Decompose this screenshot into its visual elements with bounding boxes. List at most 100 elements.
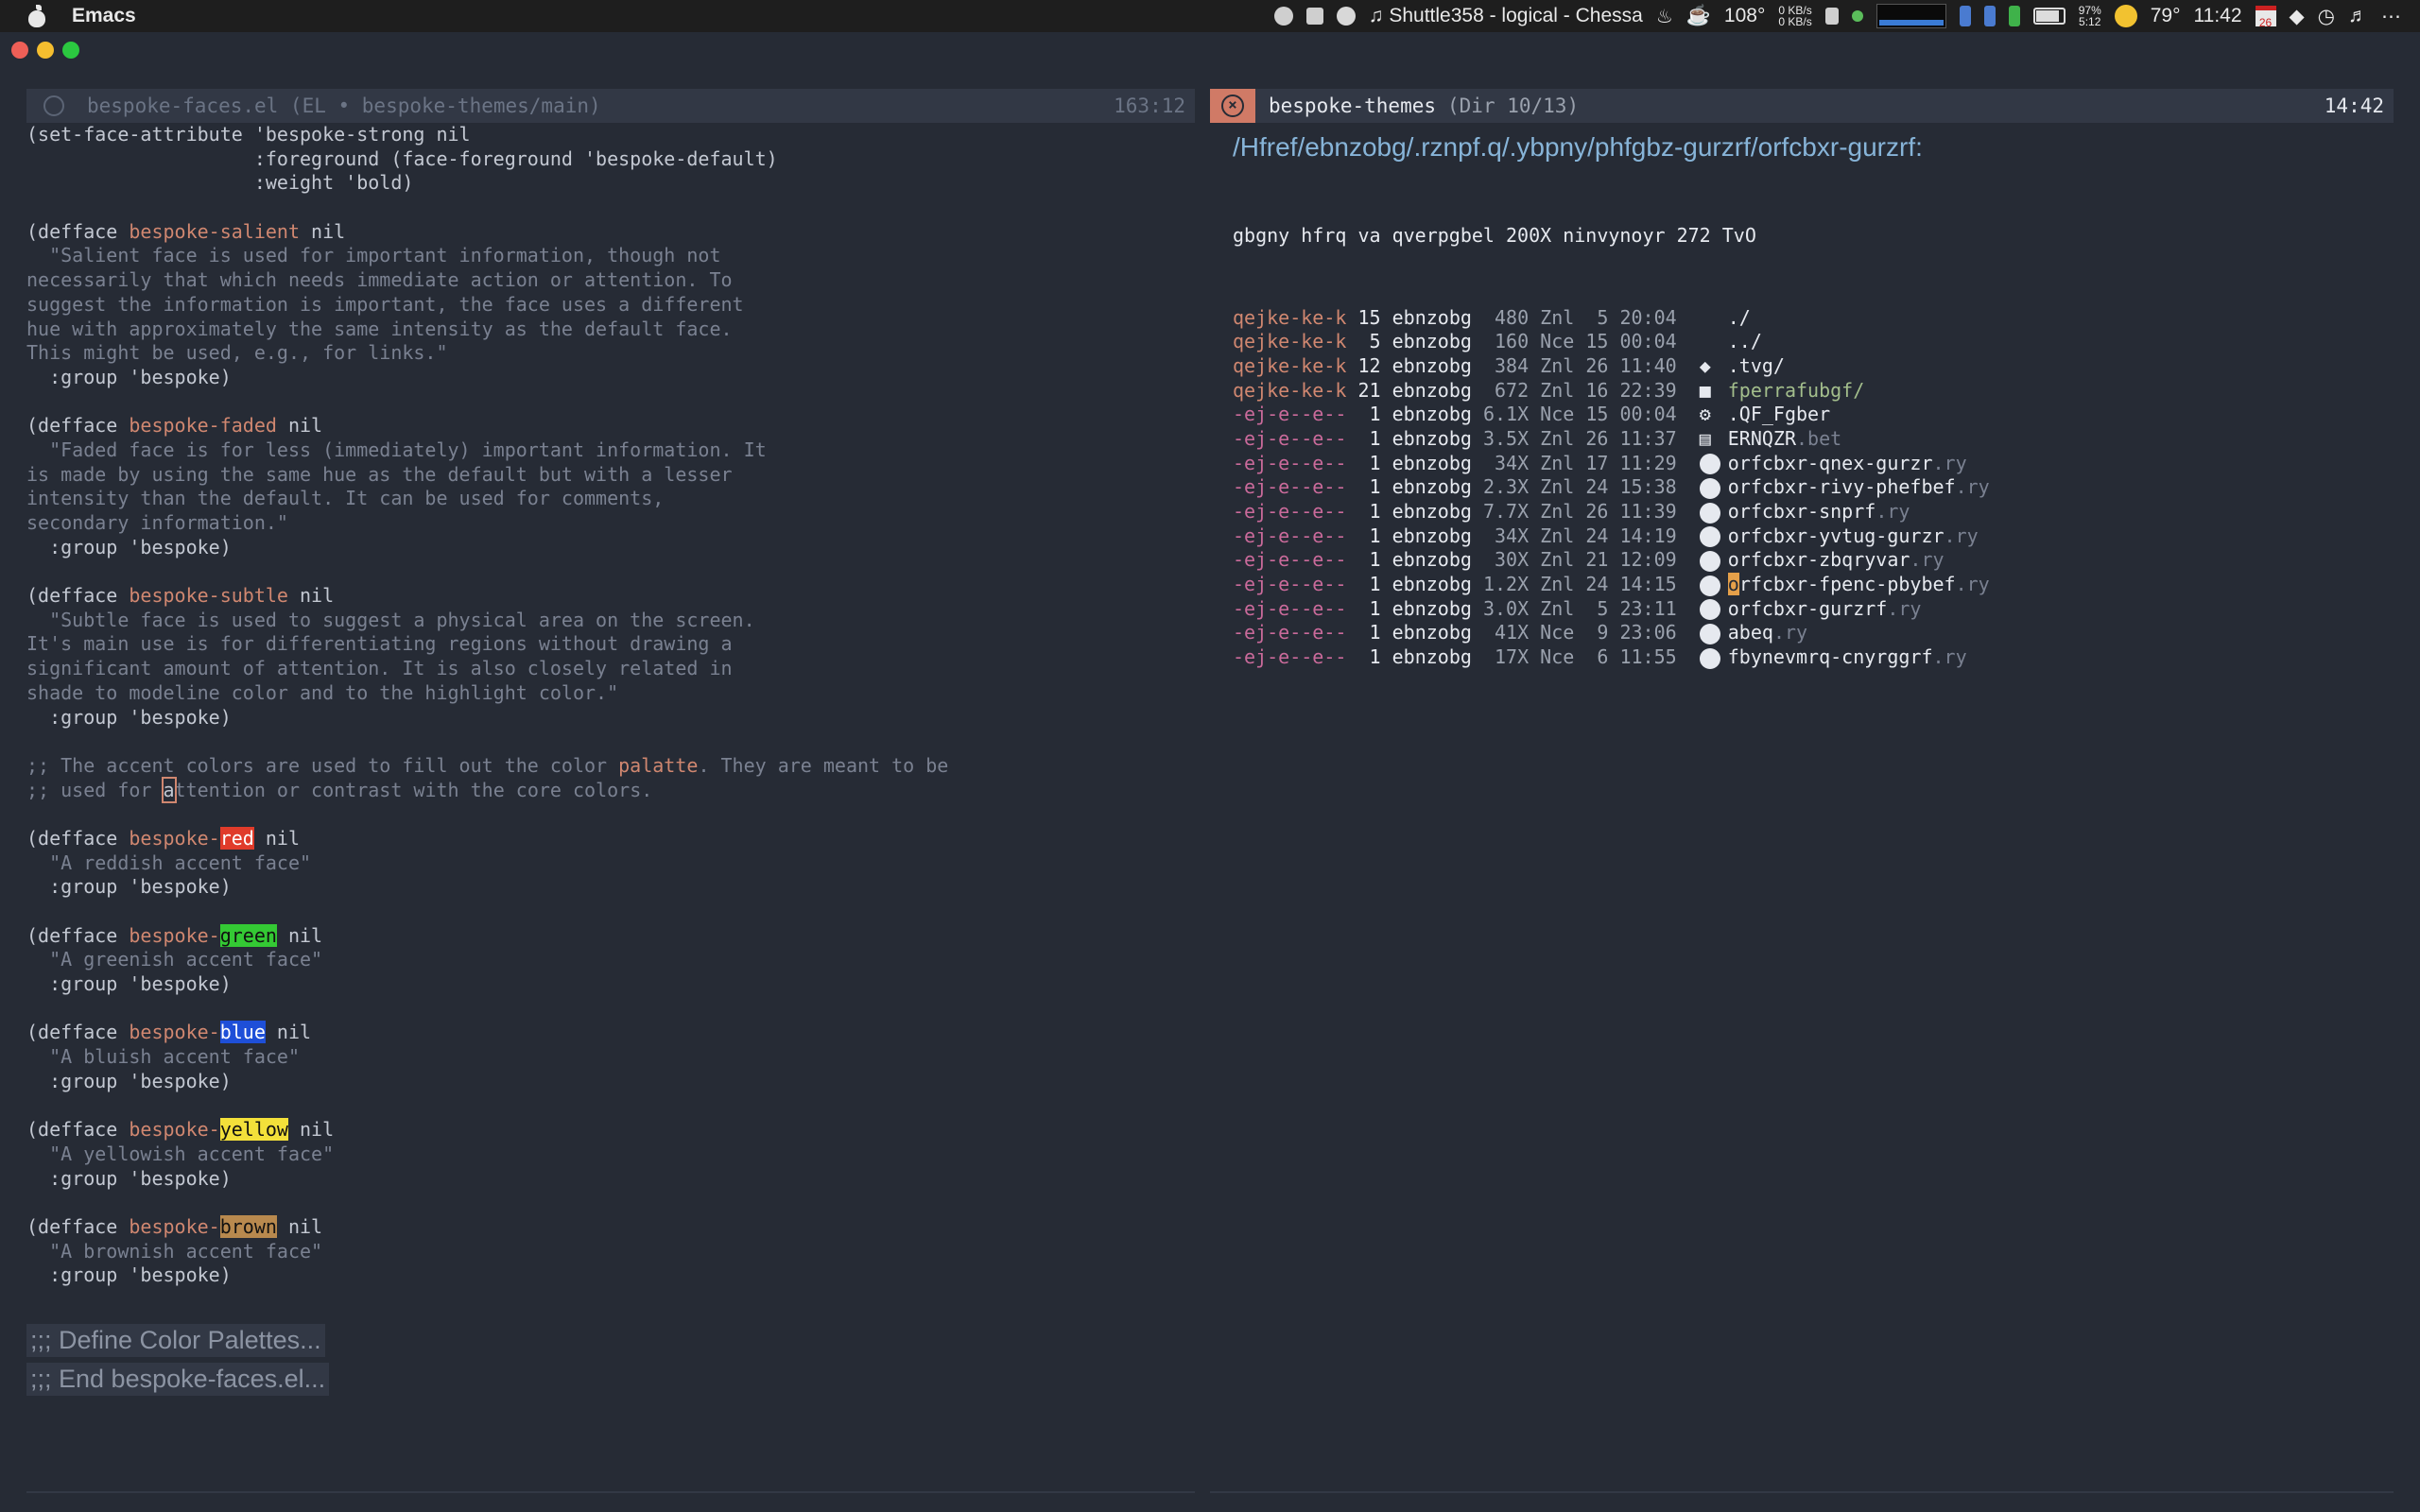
dired-entry[interactable]: -ej-e--e-- 1 ebnzobg 34X Znl 17 11:29 or… [1233, 449, 2394, 475]
time-machine-icon[interactable]: ◷ [2318, 5, 2335, 28]
app-menu-name[interactable]: Emacs [72, 5, 136, 27]
spotify-icon[interactable] [1336, 7, 1356, 26]
ram-icon[interactable] [1983, 6, 1996, 26]
shield-icon[interactable] [1305, 8, 1323, 25]
code-line[interactable]: :group 'bespoke) [26, 366, 1195, 390]
code-buffer-pane[interactable]: bespoke-faces.el (EL • bespoke-themes/ma… [26, 89, 1195, 1401]
code-line[interactable]: (set-face-attribute 'bespoke-strong nil [26, 123, 1195, 147]
code-line[interactable] [26, 559, 1195, 584]
dired-entry[interactable]: -ej-e--e-- 1 ebnzobg 1.2X Znl 24 14:15 o… [1233, 570, 2394, 596]
code-line[interactable]: "Faded face is for less (immediately) im… [26, 438, 1195, 463]
fold-end-file[interactable]: ;;; End bespoke-faces.el... [26, 1363, 330, 1396]
close-window-button[interactable] [11, 42, 28, 59]
code-line[interactable]: (defface bespoke-salient nil [26, 220, 1195, 245]
code-line[interactable]: :group 'bespoke) [26, 875, 1195, 900]
code-line[interactable]: :group 'bespoke) [26, 706, 1195, 730]
code-line[interactable]: (defface bespoke-red nil [26, 826, 1195, 851]
code-line[interactable]: suggest the information is important, th… [26, 293, 1195, 318]
weather-temp[interactable]: 79° [2151, 5, 2181, 27]
dired-listing[interactable]: gbgny hfrq va qverpgbel 200X ninvynoyr 2… [1233, 164, 2394, 669]
code-line[interactable]: :group 'bespoke) [26, 1263, 1195, 1288]
code-line[interactable] [26, 390, 1195, 415]
cpu-temperature[interactable]: 108° [1724, 5, 1765, 27]
weather-sun-icon[interactable] [2114, 5, 2137, 27]
code-line[interactable]: :foreground (face-foreground 'bespoke-de… [26, 147, 1195, 172]
dired-entry[interactable]: -ej-e--e-- 1 ebnzobg 3.0X Znl 5 23:11 or… [1233, 594, 2394, 621]
code-line[interactable]: (defface bespoke-yellow nil [26, 1118, 1195, 1143]
code-line[interactable] [26, 1191, 1195, 1215]
dired-entry[interactable]: qejke-ke-k 21 ebnzobg 672 Znl 16 22:39 ■… [1233, 376, 2394, 402]
code-line[interactable]: (defface bespoke-brown nil [26, 1214, 1195, 1240]
code-line[interactable] [26, 1094, 1195, 1119]
dired-entry[interactable]: qejke-ke-k 5 ebnzobg 160 Nce 15 00:04 ..… [1233, 327, 2394, 352]
code-line[interactable]: (defface bespoke-faded nil [26, 414, 1195, 438]
code-text[interactable]: (set-face-attribute 'bespoke-strong nil … [26, 123, 1195, 1288]
code-line[interactable]: (defface bespoke-green nil [26, 923, 1195, 949]
dired-pane[interactable]: × bespoke-themes (Dir 10/13) 14:42 /Hfre… [1210, 89, 2394, 669]
dired-entry[interactable]: -ej-e--e-- 1 ebnzobg 6.1X Nce 15 00:04 ⚙… [1233, 400, 2394, 425]
dired-entry[interactable]: -ej-e--e-- 1 ebnzobg 3.5X Znl 26 11:37 ▤… [1233, 424, 2394, 450]
code-line[interactable]: :group 'bespoke) [26, 536, 1195, 560]
cup-icon[interactable]: ☕ [1686, 5, 1711, 27]
code-line[interactable]: "Subtle face is used to suggest a physic… [26, 609, 1195, 633]
memory-icon[interactable] [1824, 8, 1839, 25]
code-line[interactable]: It's main use is for differentiating reg… [26, 632, 1195, 657]
globe-icon[interactable] [1273, 7, 1293, 26]
dired-entry[interactable]: -ej-e--e-- 1 ebnzobg 17X Nce 6 11:55 fby… [1233, 643, 2394, 669]
code-line[interactable] [26, 196, 1195, 220]
dired-entry[interactable]: -ej-e--e-- 1 ebnzobg 30X Znl 21 12:09 or… [1233, 545, 2394, 572]
now-playing-text[interactable]: ♫ Shuttle358 - logical - Chessa [1369, 5, 1643, 27]
menu-clock[interactable]: 11:42 [2194, 5, 2242, 27]
minimize-window-button[interactable] [37, 42, 54, 59]
network-speed[interactable]: 0 KB/s 0 KB/s [1778, 5, 1811, 27]
code-line[interactable]: "A yellowish accent face" [26, 1143, 1195, 1167]
code-line[interactable]: :group 'bespoke) [26, 1070, 1195, 1094]
code-line[interactable]: :weight 'bold) [26, 171, 1195, 196]
dired-entry[interactable]: -ej-e--e-- 1 ebnzobg 34X Znl 24 14:19 or… [1233, 522, 2394, 548]
code-line[interactable]: (defface bespoke-subtle nil [26, 584, 1195, 609]
dired-close-button[interactable]: × [1210, 89, 1255, 123]
code-line[interactable]: ;; used for attention or contrast with t… [26, 776, 1195, 803]
code-line[interactable]: significant amount of attention. It is a… [26, 657, 1195, 681]
code-line[interactable]: :group 'bespoke) [26, 972, 1195, 997]
dired-entry[interactable]: -ej-e--e-- 1 ebnzobg 7.7X Znl 26 11:39 o… [1233, 497, 2394, 524]
fold-define-palettes[interactable]: ;;; Define Color Palettes... [26, 1324, 325, 1357]
code-line[interactable]: "A greenish accent face" [26, 948, 1195, 972]
code-line[interactable]: (defface bespoke-blue nil [26, 1021, 1195, 1045]
code-line[interactable]: necessarily that which needs immediate a… [26, 268, 1195, 293]
disk-icon[interactable] [1959, 6, 1971, 26]
dired-entry[interactable]: qejke-ke-k 15 ebnzobg 480 Znl 5 20:04 ./ [1233, 303, 2394, 329]
code-line[interactable]: "A bluish accent face" [26, 1045, 1195, 1070]
coffee-icon[interactable]: ♨ [1656, 5, 1673, 28]
code-token: ;; used for [26, 778, 164, 801]
battery-bar-icon[interactable] [2008, 6, 2020, 26]
code-line[interactable]: shade to modeline color and to the highl… [26, 681, 1195, 706]
code-line[interactable] [26, 730, 1195, 754]
code-line[interactable]: "A brownish accent face" [26, 1240, 1195, 1264]
code-line[interactable]: ;; The accent colors are used to fill ou… [26, 754, 1195, 779]
code-line[interactable]: intensity than the default. It can be us… [26, 487, 1195, 511]
maximize-window-button[interactable] [62, 42, 79, 59]
dired-entry[interactable]: -ej-e--e-- 1 ebnzobg 41X Nce 9 23:06 abe… [1233, 618, 2394, 644]
code-line[interactable]: "Salient face is used for important info… [26, 244, 1195, 268]
calendar-icon[interactable]: 26 [2255, 6, 2276, 29]
code-line[interactable] [26, 900, 1195, 924]
wifi-icon[interactable]: ◆ [2290, 5, 2305, 28]
code-line[interactable] [26, 997, 1195, 1022]
code-line[interactable]: secondary information." [26, 511, 1195, 536]
volume-icon[interactable]: ♬ [2348, 5, 2368, 27]
dired-entry[interactable]: qejke-ke-k 12 ebnzobg 384 Znl 26 11:40 ◆… [1233, 352, 2394, 377]
cpu-graph[interactable] [1876, 4, 1946, 28]
code-line[interactable]: "A reddish accent face" [26, 851, 1195, 876]
entry-name: orfcbxr-yvtug-gurzr [1727, 524, 1945, 547]
code-line[interactable] [26, 802, 1195, 827]
code-line[interactable]: is made by using the same hue as the def… [26, 463, 1195, 488]
apple-logo-icon[interactable] [26, 5, 47, 27]
code-line[interactable]: hue with approximately the same intensit… [26, 318, 1195, 342]
code-line[interactable]: :group 'bespoke) [26, 1167, 1195, 1192]
code-line[interactable]: This might be used, e.g., for links." [26, 341, 1195, 366]
battery-status[interactable]: 97% 5:12 [2079, 5, 2101, 27]
more-icon[interactable]: ⋯ [2381, 5, 2401, 28]
battery-icon[interactable] [2032, 8, 2066, 25]
dired-entry[interactable]: -ej-e--e-- 1 ebnzobg 2.3X Znl 24 15:38 o… [1233, 472, 2394, 499]
